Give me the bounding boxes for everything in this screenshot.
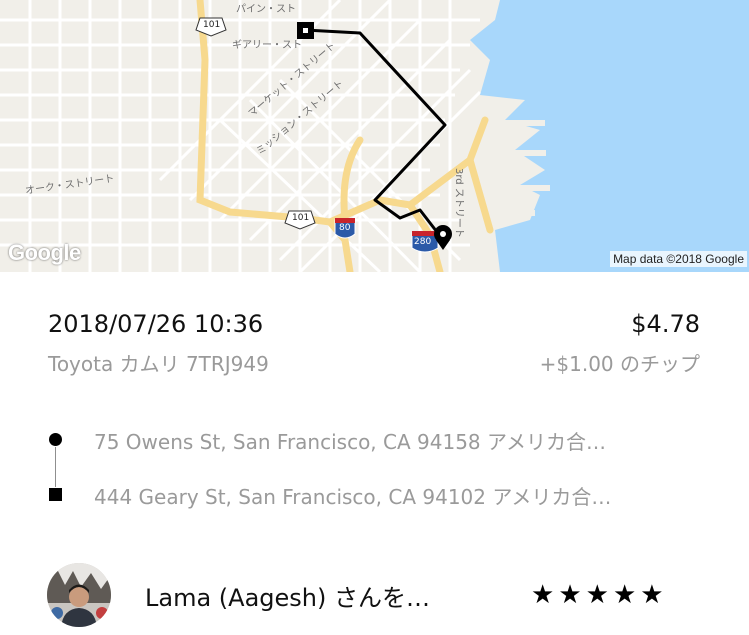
driver-rating-row: Lama (Aagesh) さんを… ★ ★ ★ ★ ★ (47, 563, 707, 627)
star-icon[interactable]: ★ (640, 582, 663, 608)
star-icon[interactable]: ★ (558, 582, 581, 608)
dropoff-square-icon (49, 488, 62, 501)
rate-driver-prompt[interactable]: Lama (Aagesh) さんを… (145, 578, 485, 613)
interstate-280-label: 280 (414, 237, 432, 247)
trip-route: 75 Owens St, San Francisco, CA 94158 アメリ… (48, 425, 708, 515)
star-icon[interactable]: ★ (531, 582, 554, 608)
star-icon[interactable]: ★ (613, 582, 636, 608)
pickup-stop: 75 Owens St, San Francisco, CA 94158 アメリ… (48, 425, 704, 455)
pickup-dot-icon (49, 433, 62, 446)
trip-summary: 2018/07/26 10:36 $4.78 Toyota カムリ 7TRJ94… (48, 310, 700, 377)
map-label-geary-st: ギアリー・スト (232, 40, 302, 51)
map-label-pine-st: パイン・スト (236, 4, 296, 15)
star-icon[interactable]: ★ (586, 582, 609, 608)
driver-avatar[interactable] (47, 563, 111, 627)
tip-amount: +$1.00 のチップ (539, 352, 700, 376)
pickup-address: 75 Owens St, San Francisco, CA 94158 アメリ… (94, 429, 607, 454)
dropoff-address: 444 Geary St, San Francisco, CA 94102 アメ… (94, 484, 612, 509)
rating-stars[interactable]: ★ ★ ★ ★ ★ (531, 582, 664, 608)
interstate-80-label: 80 (339, 223, 351, 233)
google-logo: Google (8, 240, 81, 265)
map-canvas (0, 0, 749, 272)
highway-101-top-label: 101 (203, 20, 221, 30)
trip-fare: $4.78 (631, 310, 700, 338)
trip-map[interactable]: パイン・スト ギアリー・スト マーケット・ストリート ミッション・ストリート オ… (0, 0, 749, 272)
map-label-third-st: 3rd ストリート (453, 168, 464, 238)
dropoff-stop: 444 Geary St, San Francisco, CA 94102 アメ… (48, 480, 704, 510)
map-attribution[interactable]: Map data ©2018 Google (610, 251, 747, 267)
highway-101-bottom-label: 101 (292, 213, 310, 223)
vehicle-info: Toyota カムリ 7TRJ949 (48, 352, 269, 376)
trip-datetime: 2018/07/26 10:36 (48, 310, 264, 338)
